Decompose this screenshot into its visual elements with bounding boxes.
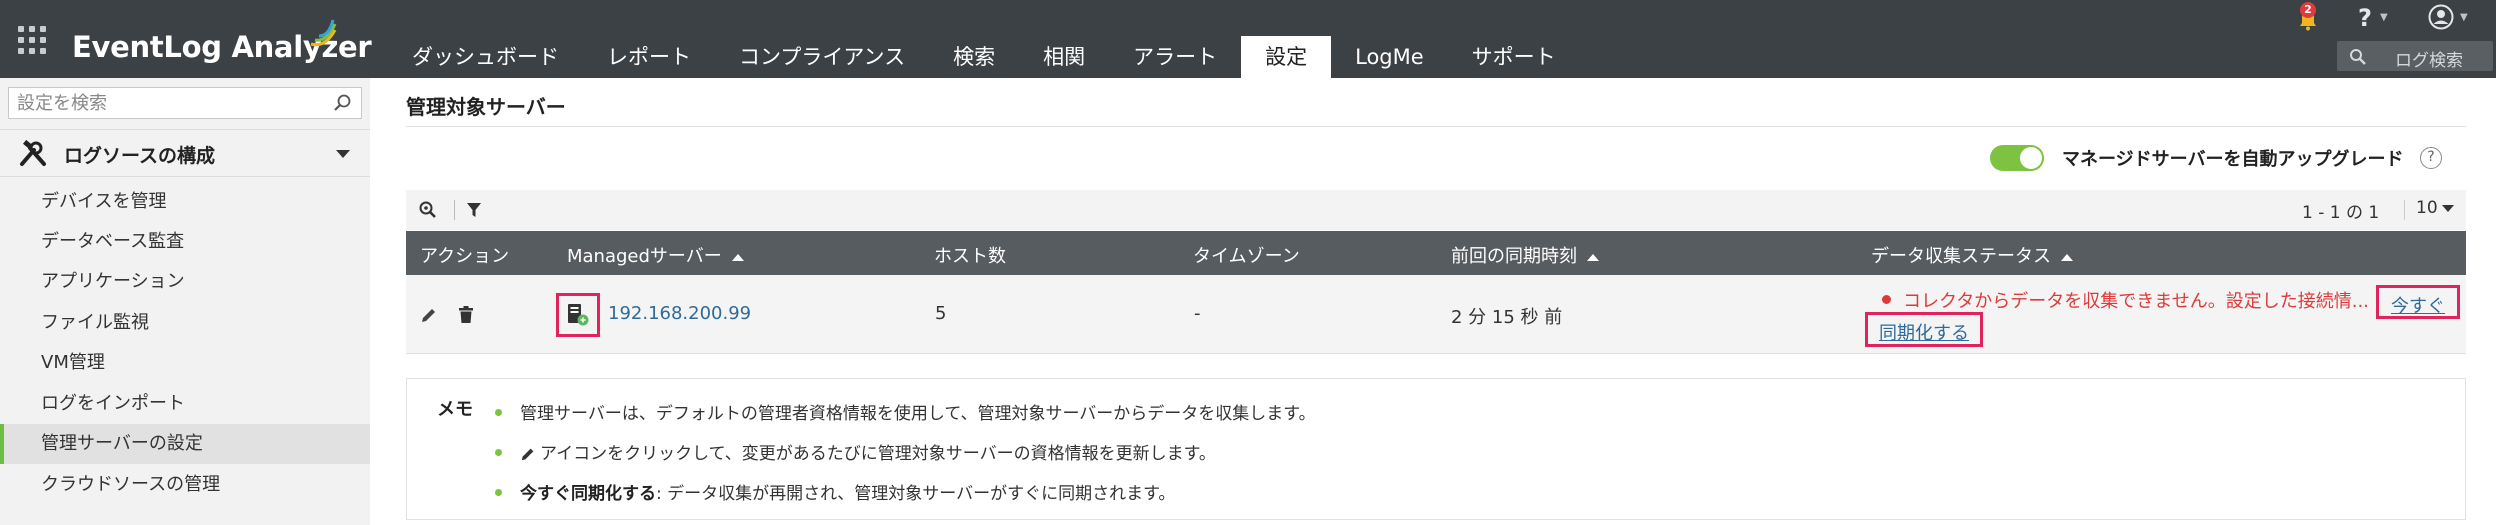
sidebar-item-import-logs[interactable]: ログをインポート — [0, 384, 370, 424]
column-header-label: アクション — [420, 246, 510, 267]
title-divider — [406, 126, 2466, 127]
column-header-label: 前回の同期時刻 — [1451, 246, 1577, 267]
user-menu-caret-icon: ▼ — [2460, 12, 2468, 23]
sidebar-section-label: ログソースの構成 — [64, 145, 216, 167]
tab-support[interactable]: サポート — [1448, 36, 1580, 78]
memo-box: メモ 管理サーバーは、デフォルトの管理者資格情報を使用して、管理対象サーバーから… — [406, 378, 2466, 520]
column-header-label: データ収集ステータス — [1871, 246, 2051, 267]
tab-reports[interactable]: レポート — [583, 36, 715, 78]
table-search-icon[interactable] — [418, 200, 440, 220]
managed-server-link[interactable]: 192.168.200.99 — [608, 303, 751, 324]
toolbar-separator — [454, 200, 455, 220]
per-page-caret-icon — [2441, 204, 2454, 212]
top-bar: EventLog Analyzer ダッシュボード レポート コンプライアンス … — [0, 0, 2496, 78]
memo-note-3-text: : データ収集が再開され、管理対象サーバーがすぐに同期されます。 — [656, 484, 1176, 504]
last-sync-cell: 2 分 15 秒 前 — [1451, 307, 1563, 328]
help-menu-caret-icon: ▼ — [2380, 12, 2388, 23]
column-header-timezone[interactable]: タイムゾーン — [1193, 242, 1300, 268]
per-page-select[interactable]: 10 — [2416, 198, 2454, 218]
collapse-caret-icon — [336, 150, 350, 158]
tab-compliance[interactable]: コンプライアンス — [715, 36, 929, 78]
inline-pencil-icon — [521, 448, 534, 461]
auto-upgrade-help-icon[interactable]: ? — [2420, 147, 2442, 169]
column-header-managed-server[interactable]: Managedサーバー — [567, 242, 744, 268]
error-status-dot-icon — [1882, 295, 1891, 304]
app-grid-icon[interactable] — [18, 26, 48, 56]
filter-icon[interactable] — [466, 202, 482, 218]
table-header: アクション Managedサーバー ホスト数 タイムゾーン 前回の同期時刻 デー… — [406, 231, 2466, 275]
sidebar-item-file-monitoring[interactable]: ファイル監視 — [0, 303, 370, 343]
settings-sidebar: ログソースの構成 デバイスを管理 データベース監査 アプリケーション ファイル監… — [0, 78, 370, 525]
bullet-icon — [495, 408, 502, 416]
bullet-icon — [495, 488, 502, 496]
settings-search-box — [8, 87, 362, 119]
table-row: 192.168.200.99 5 - 2 分 15 秒 前 コレクタからデータを… — [406, 275, 2466, 354]
log-search-placeholder: ログ検索 — [2395, 51, 2463, 71]
sidebar-item-vm-management[interactable]: VM管理 — [0, 343, 370, 383]
host-count-cell: 5 — [935, 303, 947, 324]
per-page-value: 10 — [2416, 198, 2438, 218]
memo-note-2-text: アイコンをクリックして、変更があるたびに管理対象サーバーの資格情報を更新します。 — [540, 444, 1216, 464]
tools-icon — [20, 140, 46, 166]
sidebar-item-applications[interactable]: アプリケーション — [0, 262, 370, 302]
tab-dashboard[interactable]: ダッシュボード — [388, 36, 583, 78]
auto-upgrade-toggle[interactable] — [1990, 145, 2044, 171]
sync-link[interactable]: 同期化する — [1865, 312, 1983, 347]
sync-now-link[interactable]: 今すぐ — [2376, 285, 2460, 319]
column-header-label: タイムゾーン — [1193, 246, 1300, 267]
main-nav-tabs: ダッシュボード レポート コンプライアンス 検索 相関 アラート 設定 LogM… — [388, 36, 1580, 78]
help-menu-icon[interactable]: ? — [2358, 4, 2372, 32]
sort-asc-icon — [1587, 253, 1599, 261]
pagination-info: 1 - 1 の 1 — [2302, 203, 2380, 223]
sidebar-section-log-source-config[interactable]: ログソースの構成 — [0, 129, 370, 177]
pagination-separator — [2404, 200, 2405, 220]
sync-label: 同期化する — [1879, 323, 1969, 344]
sidebar-item-cloud-sources[interactable]: クラウドソースの管理 — [0, 465, 370, 505]
tab-logme[interactable]: LogMe — [1331, 36, 1448, 78]
sidebar-item-database-audit[interactable]: データベース監査 — [0, 222, 370, 262]
timezone-cell: - — [1194, 303, 1201, 324]
brand-swoosh-icon — [310, 19, 337, 47]
memo-note-3: 今すぐ同期化する: データ収集が再開され、管理対象サーバーがすぐに同期されます。 — [495, 479, 1175, 504]
column-header-actions: アクション — [420, 242, 509, 268]
tab-settings[interactable]: 設定 — [1241, 36, 1332, 78]
bullet-icon — [495, 448, 502, 456]
column-header-label: ホスト数 — [934, 246, 1006, 267]
log-search-icon — [2350, 49, 2366, 65]
notification-count-badge: 2 — [2300, 2, 2316, 18]
sort-asc-icon — [731, 253, 744, 261]
column-header-host-count[interactable]: ホスト数 — [934, 242, 1006, 268]
sync-now-label: 今すぐ — [2391, 296, 2445, 317]
sort-asc-icon — [2061, 253, 2073, 261]
auto-upgrade-label: マネージドサーバーを自動アップグレード — [2062, 149, 2404, 170]
memo-note-3-bold: 今すぐ同期化する — [520, 484, 656, 504]
sidebar-item-manage-devices[interactable]: デバイスを管理 — [0, 182, 370, 222]
log-search-box[interactable]: ログ検索 — [2337, 41, 2493, 71]
sidebar-item-admin-server-settings[interactable]: 管理サーバーの設定 — [0, 424, 370, 464]
tab-alerts[interactable]: アラート — [1109, 36, 1241, 78]
table-toolbar: 1 - 1 の 1 10 — [406, 190, 2466, 230]
settings-search-icon[interactable] — [333, 93, 353, 113]
edit-pencil-icon[interactable] — [420, 306, 438, 324]
tab-search[interactable]: 検索 — [929, 36, 1019, 78]
column-header-collection-status[interactable]: データ収集ステータス — [1871, 242, 2073, 268]
server-update-credentials-button[interactable] — [556, 293, 600, 337]
server-settings-icon — [568, 304, 589, 326]
settings-search-input[interactable] — [9, 88, 319, 118]
column-header-last-sync[interactable]: 前回の同期時刻 — [1451, 242, 1599, 268]
memo-note-1-text: 管理サーバーは、デフォルトの管理者資格情報を使用して、管理対象サーバーからデータ… — [520, 404, 1316, 424]
collection-status-text: コレクタからデータを収集できません。設定した接続情... — [1903, 291, 2369, 312]
memo-title: メモ — [437, 399, 473, 420]
memo-note-1: 管理サーバーは、デフォルトの管理者資格情報を使用して、管理対象サーバーからデータ… — [495, 399, 1316, 424]
memo-note-2: アイコンをクリックして、変更があるたびに管理対象サーバーの資格情報を更新します。 — [495, 439, 1216, 464]
page-title: 管理対象サーバー — [406, 95, 566, 119]
delete-trash-icon[interactable] — [458, 306, 474, 324]
column-header-label: Managedサーバー — [567, 246, 722, 267]
tab-correlation[interactable]: 相関 — [1019, 36, 1109, 78]
user-avatar-icon[interactable] — [2428, 4, 2454, 30]
